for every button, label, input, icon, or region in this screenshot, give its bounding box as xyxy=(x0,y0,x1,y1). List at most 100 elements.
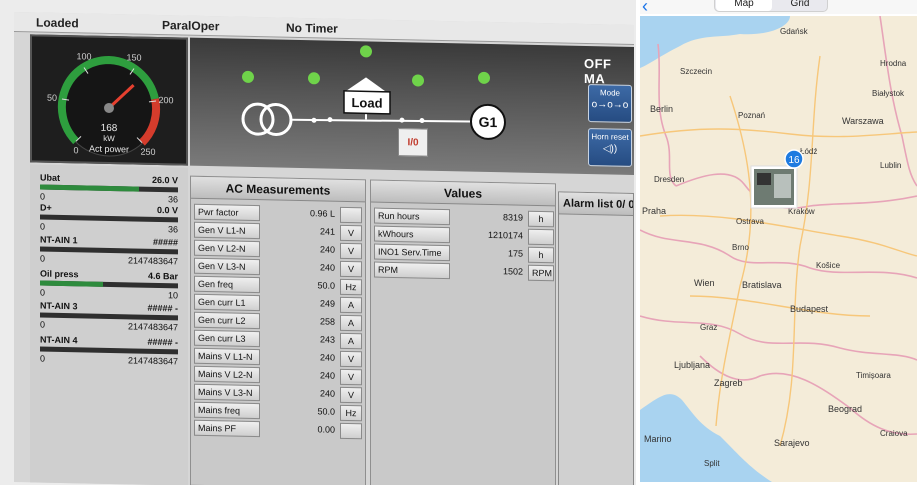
view-segmented-control: Map Grid xyxy=(714,0,828,12)
city-hrodna: Hrodna xyxy=(880,59,907,68)
city-split: Split xyxy=(704,459,720,468)
city-dresden: Dresden xyxy=(654,175,684,184)
city-marino: Marino xyxy=(644,434,672,444)
row-unit xyxy=(528,228,554,246)
map-header: ‹ Map Grid xyxy=(640,0,917,17)
chevron-left-icon[interactable]: ‹ xyxy=(642,0,648,17)
generator-label: G1 xyxy=(479,114,498,130)
row-label: Gen curr L3 xyxy=(194,329,260,348)
city-graz: Graz xyxy=(700,323,717,332)
input-max: 36 xyxy=(167,224,178,235)
ac-measurements-table: AC Measurements Pwr factor 0.96 L Gen V L1… xyxy=(190,175,366,485)
input-name: Ubat xyxy=(40,172,60,183)
row-unit: A xyxy=(340,314,362,332)
row-value: 1210174 xyxy=(487,229,523,241)
gauge-tick-250: 250 xyxy=(140,147,155,157)
input-min: 0 xyxy=(40,221,46,232)
city-warszawa: Warszawa xyxy=(842,116,884,126)
city-berlin: Berlin xyxy=(650,104,673,114)
input-max: 2147483647 xyxy=(127,321,178,333)
table-row: Mains freq 50.0 Hz xyxy=(194,401,362,423)
row-value: 8319 xyxy=(502,212,523,223)
table-row: Gen freq 50.0 Hz xyxy=(194,275,362,297)
map-canvas[interactable]: Gdańsk Szczecin Hrodna Berlin Poznań Bia… xyxy=(640,16,917,482)
single-line-diagram: Load G1 I/0 OFF MA Mode o→o→o Horn reset… xyxy=(190,37,634,175)
row-value: 240 xyxy=(319,244,335,255)
input-name: D+ xyxy=(40,202,52,213)
row-unit: h xyxy=(528,210,554,228)
gauge-tick-50: 50 xyxy=(47,93,57,103)
input-bar xyxy=(40,184,178,193)
led-mcb-icon xyxy=(308,72,320,85)
controller-mode-text: ParalOper xyxy=(162,18,220,34)
gauge-tick-100: 100 xyxy=(76,51,91,61)
input-bar xyxy=(40,246,178,255)
led-gen-icon xyxy=(478,71,490,84)
input-max: 2147483647 xyxy=(127,355,178,367)
input-name: NT-AIN 1 xyxy=(40,234,78,246)
gauge-unit: kW xyxy=(103,134,115,143)
city-budapest: Budapest xyxy=(790,304,829,314)
row-unit xyxy=(340,422,362,440)
row-value: 50.0 xyxy=(317,280,335,291)
input-min: 0 xyxy=(40,319,46,330)
table-row: Mains V L3-N 240 V xyxy=(194,383,362,405)
row-unit: Hz xyxy=(340,404,362,422)
input-bar xyxy=(40,312,178,321)
transformer-icon xyxy=(241,102,293,136)
alarm-list-title: Alarm list 0/ 0 xyxy=(559,192,633,216)
row-unit: A xyxy=(340,296,362,314)
load-roof-icon xyxy=(346,77,386,92)
gauge-tick-0: 0 xyxy=(73,145,78,155)
row-value: 0.96 L xyxy=(309,208,335,219)
input-value: ##### xyxy=(152,236,178,248)
table-row: Gen curr L3 243 A xyxy=(194,329,362,351)
row-label: Gen V L2-N xyxy=(194,239,260,258)
io-toggle-button[interactable]: I/0 xyxy=(398,128,428,157)
city-bratislava: Bratislava xyxy=(742,280,782,290)
row-unit: V xyxy=(340,224,362,242)
table-row: Gen V L1-N 241 V xyxy=(194,221,362,243)
input-value: ##### - xyxy=(147,336,178,348)
table-row: Gen V L2-N 240 V xyxy=(194,239,362,261)
table-row: Gen curr L2 258 A xyxy=(194,311,362,333)
table-row: Mains V L2-N 240 V xyxy=(194,365,362,387)
row-value: 249 xyxy=(319,298,335,309)
table-row: RPM 1502 RPM xyxy=(374,261,554,283)
row-unit: h xyxy=(528,246,554,264)
table-row: Pwr factor 0.96 L xyxy=(194,203,362,225)
city-lublin: Lublin xyxy=(880,161,901,170)
row-unit: V xyxy=(340,368,362,386)
row-label: Gen V L3-N xyxy=(194,257,260,276)
horn-reset-button[interactable]: Horn reset ◁)) xyxy=(588,128,632,167)
input-max: 10 xyxy=(167,290,178,301)
led-load-icon xyxy=(360,45,372,58)
input-name: NT-AIN 3 xyxy=(40,300,78,312)
tab-grid[interactable]: Grid xyxy=(772,0,828,11)
tab-map[interactable]: Map xyxy=(716,0,772,11)
input-max: 36 xyxy=(167,194,178,205)
mode-button-label: Mode xyxy=(599,88,620,98)
city-zagreb: Zagreb xyxy=(714,378,743,388)
city-sarajevo: Sarajevo xyxy=(774,438,810,448)
input-min: 0 xyxy=(40,253,46,264)
row-value: 240 xyxy=(319,262,335,273)
led-mains-icon xyxy=(242,70,254,83)
city-brno: Brno xyxy=(732,243,749,252)
input-value: 4.6 Bar xyxy=(147,270,178,282)
hmi-photo: Loaded ParalOper No Timer 0 50 100 150 2… xyxy=(0,0,636,485)
mode-button[interactable]: Mode o→o→o xyxy=(588,84,632,123)
alarm-list-panel: Alarm list 0/ 0 xyxy=(558,191,634,485)
row-value: 258 xyxy=(319,316,335,327)
row-label: Mains V L3-N xyxy=(194,383,260,402)
city-praha: Praha xyxy=(642,206,666,216)
city-kosice: Košice xyxy=(816,261,841,270)
photo-count: 16 xyxy=(788,155,800,166)
city-gdansk: Gdańsk xyxy=(780,27,809,36)
row-unit: V xyxy=(340,242,362,260)
row-label: Gen V L1-N xyxy=(194,221,260,240)
load-label: Load xyxy=(351,95,382,111)
city-beograd: Beograd xyxy=(828,404,862,414)
city-bialystok: Białystok xyxy=(872,89,905,98)
timer-text: No Timer xyxy=(286,20,338,36)
